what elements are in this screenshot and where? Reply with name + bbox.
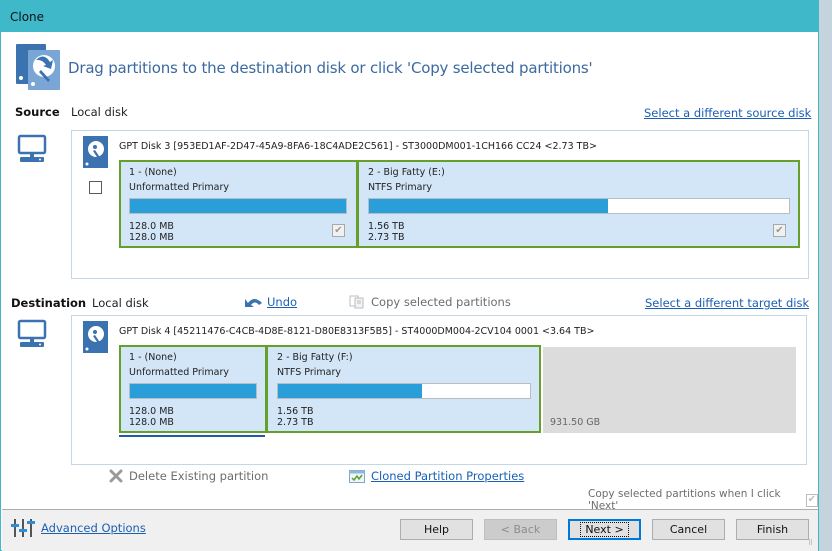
partition-checkbox[interactable]: ✔ (773, 224, 786, 237)
usage-bar (368, 198, 790, 214)
partition-type: NTFS Primary (368, 182, 432, 193)
help-label: Help (423, 523, 450, 536)
delete-x-icon (109, 469, 123, 483)
partition-type: NTFS Primary (277, 367, 341, 378)
partition-used: 128.0 MB (129, 406, 174, 417)
finish-label: Finish (756, 523, 789, 536)
clone-disk-icon (16, 44, 60, 90)
footer-bar: Advanced Options Help < Back Next > Canc… (2, 509, 818, 551)
advanced-options-label: Advanced Options (41, 521, 146, 535)
advanced-options-button[interactable]: Advanced Options (11, 518, 146, 538)
hard-disk-icon (83, 321, 108, 353)
resize-grip-icon[interactable]: ⠿ (808, 540, 816, 549)
usage-bar-fill (130, 199, 346, 213)
cancel-button[interactable]: Cancel (652, 519, 725, 540)
title-bar: Clone (1, 1, 818, 32)
background-desktop (818, 0, 832, 551)
source-partition-2[interactable]: 2 - Big Fatty (E:) NTFS Primary 1.56 TB … (357, 160, 800, 248)
partition-used: 128.0 MB (129, 221, 174, 232)
source-label: Source (15, 105, 60, 119)
partition-checkbox[interactable]: ✔ (332, 224, 345, 237)
selected-partition-indicator (119, 435, 265, 437)
partition-total: 2.73 TB (277, 417, 314, 428)
unallocated-size: 931.50 GB (550, 417, 601, 428)
copy-on-next-checkbox[interactable]: ✔ (805, 493, 818, 507)
partition-used: 1.56 TB (368, 221, 405, 232)
copy-icon (349, 295, 364, 309)
partition-name: 1 - (None) (129, 167, 177, 178)
next-button[interactable]: Next > (568, 519, 641, 540)
partition-name: 2 - Big Fatty (E:) (368, 167, 445, 178)
partition-name: 1 - (None) (129, 352, 177, 363)
usage-bar (277, 383, 531, 399)
delete-existing-partition-button[interactable]: Delete Existing partition (109, 469, 268, 483)
partition-type: Unformatted Primary (129, 182, 230, 193)
partition-total: 128.0 MB (129, 232, 174, 243)
source-disk-title: GPT Disk 3 [953ED1AF-2D47-45A9-8FA6-18C4… (119, 141, 597, 152)
check-icon: ✔ (807, 494, 816, 505)
back-label: < Back (500, 523, 541, 536)
computer-icon (17, 319, 47, 347)
help-button[interactable]: Help (400, 519, 473, 540)
destination-partition-2[interactable]: 2 - Big Fatty (F:) NTFS Primary 1.56 TB … (266, 345, 541, 433)
cancel-label: Cancel (669, 523, 708, 536)
delete-existing-partition-label: Delete Existing partition (129, 469, 269, 483)
properties-icon (349, 469, 365, 483)
destination-location: Local disk (92, 296, 149, 310)
partition-total: 128.0 MB (129, 417, 174, 428)
destination-disk-title: GPT Disk 4 [45211476-C4CB-4D8E-8121-D80E… (119, 326, 595, 337)
copy-selected-partitions-button[interactable]: Copy selected partitions (349, 295, 511, 309)
clone-dialog: Clone Drag partitions to the destination… (0, 0, 819, 551)
partition-total: 2.73 TB (368, 232, 405, 243)
sliders-icon (11, 519, 35, 537)
window-title: Clone (10, 10, 45, 24)
back-button[interactable]: < Back (484, 519, 557, 540)
source-partition-1[interactable]: 1 - (None) Unformatted Primary 128.0 MB … (119, 160, 358, 248)
select-all-source-checkbox[interactable] (89, 181, 102, 194)
hard-disk-icon (83, 136, 108, 168)
undo-label: Undo (267, 295, 298, 309)
copy-selected-partitions-label: Copy selected partitions (371, 295, 511, 309)
partition-used: 1.56 TB (277, 406, 314, 417)
usage-bar-fill (369, 199, 609, 213)
destination-partition-1[interactable]: 1 - (None) Unformatted Primary 128.0 MB … (119, 345, 267, 433)
usage-bar-fill (130, 384, 256, 398)
source-location: Local disk (71, 105, 128, 119)
destination-disk-panel: GPT Disk 4 [45211476-C4CB-4D8E-8121-D80E… (71, 315, 807, 465)
undo-icon (245, 299, 262, 307)
computer-icon (17, 134, 47, 162)
cloned-partition-properties-button[interactable]: Cloned Partition Properties (349, 469, 524, 483)
check-icon: ✔ (334, 224, 343, 236)
cloned-partition-properties-label: Cloned Partition Properties (371, 469, 525, 483)
undo-button[interactable]: Undo (245, 295, 297, 309)
instruction-text: Drag partitions to the destination disk … (68, 59, 593, 77)
usage-bar (129, 198, 347, 214)
select-source-disk-link[interactable]: Select a different source disk (644, 106, 811, 120)
usage-bar (129, 383, 257, 399)
finish-button[interactable]: Finish (736, 519, 809, 540)
next-label: Next > (580, 522, 629, 537)
unallocated-space[interactable]: 931.50 GB (543, 347, 796, 433)
destination-label: Destination (11, 296, 87, 310)
partition-type: Unformatted Primary (129, 367, 230, 378)
partition-name: 2 - Big Fatty (F:) (277, 352, 353, 363)
select-target-disk-link[interactable]: Select a different target disk (645, 296, 809, 310)
check-icon: ✔ (775, 224, 784, 236)
source-disk-panel: GPT Disk 3 [953ED1AF-2D47-45A9-8FA6-18C4… (71, 130, 809, 279)
usage-bar-fill (278, 384, 422, 398)
